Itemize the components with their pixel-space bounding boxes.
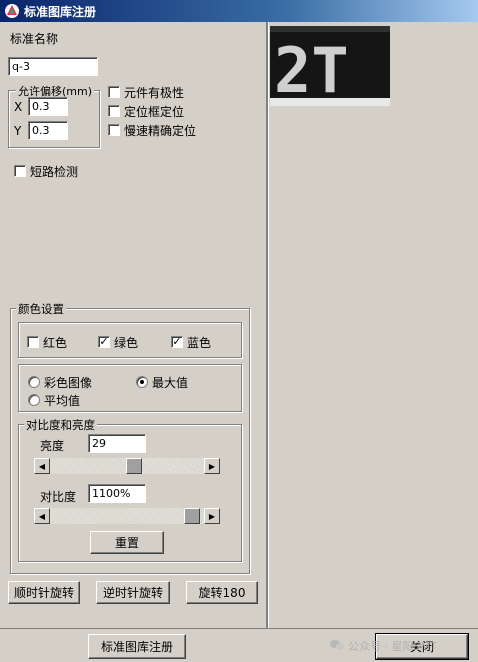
average-radio[interactable] bbox=[28, 394, 40, 406]
contrast-slider[interactable]: ◀ ▶ bbox=[34, 508, 220, 524]
max-value-label: 最大值 bbox=[152, 376, 189, 390]
blue-label: 蓝色 bbox=[187, 336, 212, 350]
preview-text: 2T bbox=[274, 34, 349, 106]
slow-precise-checkbox[interactable] bbox=[108, 124, 120, 136]
y-label: Y bbox=[14, 124, 22, 138]
contrast-brightness-label: 对比度和亮度 bbox=[24, 417, 97, 433]
slider-thumb[interactable] bbox=[183, 508, 200, 524]
polarity-label: 元件有极性 bbox=[124, 86, 185, 100]
slider-track[interactable] bbox=[50, 458, 204, 474]
polarity-checkbox[interactable] bbox=[108, 86, 120, 98]
y-offset-input[interactable]: 0.3 bbox=[28, 121, 68, 140]
x-offset-input[interactable]: 0.3 bbox=[28, 97, 68, 116]
watermark: 公众号 · 星阳SMT bbox=[330, 638, 437, 654]
rotate-ccw-button[interactable]: 逆时针旋转 bbox=[96, 581, 170, 604]
frame-locate-label: 定位框定位 bbox=[124, 105, 185, 119]
contrast-label: 对比度 bbox=[40, 490, 77, 504]
blue-checkbox[interactable]: ✓ bbox=[171, 336, 183, 348]
rotate-180-button[interactable]: 旋转180 bbox=[186, 581, 258, 604]
register-button[interactable]: 标准图库注册 bbox=[88, 634, 186, 659]
brightness-label: 亮度 bbox=[40, 439, 65, 453]
title-bar: 标准图库注册 bbox=[0, 0, 478, 22]
brightness-slider[interactable]: ◀ ▶ bbox=[34, 458, 220, 474]
name-label: 标准名称 bbox=[10, 32, 59, 46]
color-image-radio[interactable] bbox=[28, 376, 40, 388]
red-label: 红色 bbox=[43, 336, 68, 350]
scroll-right-icon[interactable]: ▶ bbox=[204, 508, 220, 524]
scroll-left-icon[interactable]: ◀ bbox=[34, 458, 50, 474]
app-icon bbox=[4, 3, 20, 19]
component-preview-image: 2T bbox=[270, 26, 390, 106]
wechat-icon bbox=[330, 639, 344, 654]
average-label: 平均值 bbox=[44, 394, 81, 408]
name-input[interactable]: q-3 bbox=[8, 57, 98, 76]
max-value-radio[interactable] bbox=[136, 376, 148, 388]
green-checkbox[interactable]: ✓ bbox=[98, 336, 110, 348]
slow-precise-label: 慢速精确定位 bbox=[124, 124, 197, 138]
scroll-right-icon[interactable]: ▶ bbox=[204, 458, 220, 474]
slider-track[interactable] bbox=[50, 508, 204, 524]
rotate-cw-button[interactable]: 顺时针旋转 bbox=[8, 581, 80, 604]
brightness-input[interactable]: 29 bbox=[88, 434, 146, 453]
red-checkbox[interactable] bbox=[27, 336, 39, 348]
x-label: X bbox=[14, 100, 23, 114]
color-image-label: 彩色图像 bbox=[44, 376, 93, 390]
color-settings-label: 颜色设置 bbox=[16, 301, 66, 317]
contrast-input[interactable]: 1100% bbox=[88, 484, 146, 503]
green-label: 绿色 bbox=[114, 336, 139, 350]
window-title: 标准图库注册 bbox=[24, 4, 97, 19]
short-detect-label: 短路检测 bbox=[30, 165, 79, 179]
scroll-left-icon[interactable]: ◀ bbox=[34, 508, 50, 524]
preview-panel bbox=[268, 22, 478, 628]
short-detect-checkbox[interactable] bbox=[14, 165, 26, 177]
reset-button[interactable]: 重置 bbox=[90, 531, 164, 554]
frame-locate-checkbox[interactable] bbox=[108, 105, 120, 117]
watermark-text: 公众号 · 星阳SMT bbox=[348, 640, 437, 653]
slider-thumb[interactable] bbox=[125, 458, 142, 474]
